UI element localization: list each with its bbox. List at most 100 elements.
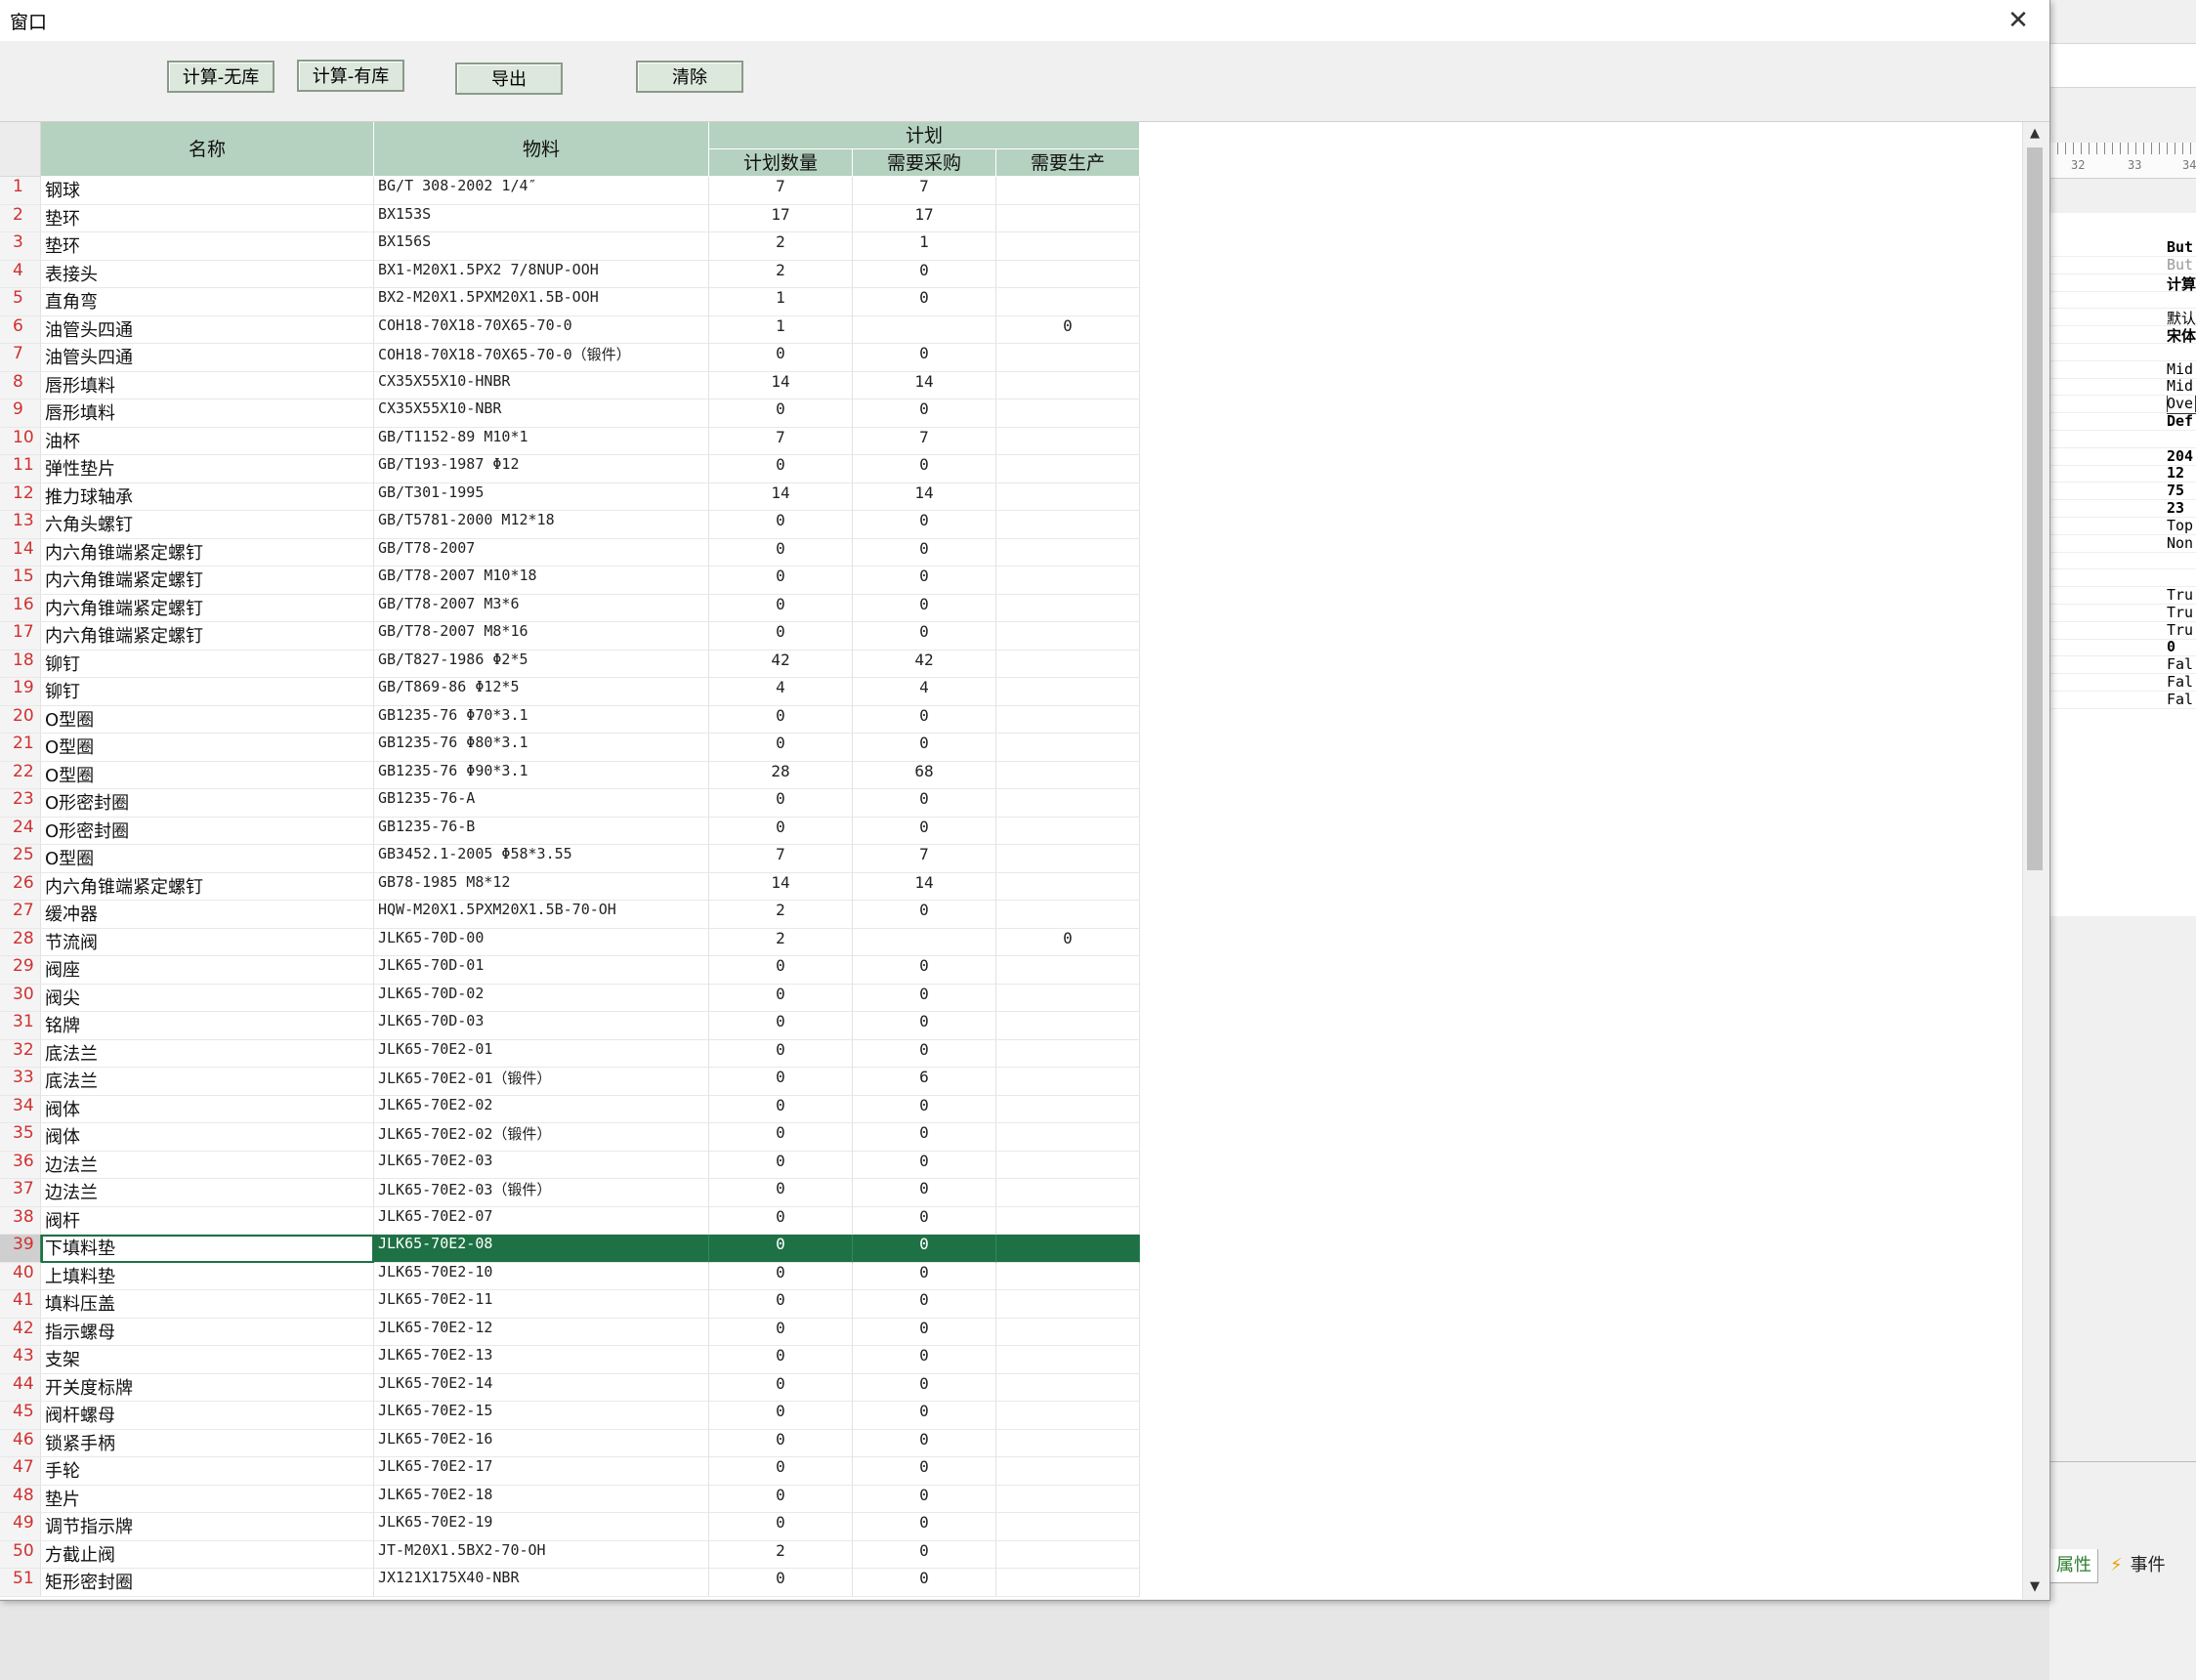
cell-need-produce[interactable] — [996, 1569, 1140, 1597]
scroll-up-icon[interactable]: ▲ — [2023, 122, 2047, 146]
cell-plan-qty[interactable]: 0 — [709, 399, 853, 428]
row-number[interactable]: 47 — [0, 1457, 41, 1486]
cell-material[interactable]: JX121X175X40-NBR — [374, 1569, 709, 1597]
cell-need-purchase[interactable]: 7 — [853, 427, 996, 455]
cell-need-produce[interactable] — [996, 845, 1140, 873]
cell-need-produce[interactable] — [996, 1457, 1140, 1486]
cell-plan-qty[interactable]: 0 — [709, 1235, 853, 1263]
cell-plan-qty[interactable]: 0 — [709, 1012, 853, 1040]
cell-material[interactable]: JLK65-70E2-02 — [374, 1095, 709, 1123]
property-value[interactable]: 计算 — [2167, 273, 2196, 294]
cell-plan-qty[interactable]: 1 — [709, 288, 853, 316]
cell-material[interactable]: JLK65-70E2-19 — [374, 1513, 709, 1541]
cell-material[interactable]: JLK65-70D-02 — [374, 984, 709, 1012]
cell-name[interactable]: 内六角锥端紧定螺钉 — [41, 594, 374, 622]
cell-need-purchase[interactable]: 0 — [853, 1095, 996, 1123]
cell-material[interactable]: JLK65-70E2-15 — [374, 1402, 709, 1430]
cell-material[interactable]: JLK65-70E2-14 — [374, 1373, 709, 1402]
cell-need-purchase[interactable]: 7 — [853, 845, 996, 873]
tab-properties[interactable]: 属性 — [2049, 1549, 2098, 1583]
cell-plan-qty[interactable]: 0 — [709, 1068, 853, 1096]
cell-need-purchase[interactable]: 0 — [853, 1290, 996, 1319]
cell-need-purchase[interactable]: 0 — [853, 1318, 996, 1346]
cell-need-purchase[interactable]: 0 — [853, 288, 996, 316]
header-plan-qty[interactable]: 计划数量 — [709, 149, 853, 177]
row-number[interactable]: 38 — [0, 1206, 41, 1235]
cell-need-produce[interactable] — [996, 1346, 1140, 1374]
cell-material[interactable]: JLK65-70E2-07 — [374, 1206, 709, 1235]
cell-plan-qty[interactable]: 0 — [709, 956, 853, 985]
cell-name[interactable]: 边法兰 — [41, 1179, 374, 1207]
cell-plan-qty[interactable]: 4 — [709, 678, 853, 706]
cell-material[interactable]: COH18-70X18-70X65-70-0 — [374, 315, 709, 344]
header-material[interactable]: 物料 — [374, 122, 709, 177]
row-number[interactable]: 11 — [0, 455, 41, 483]
cell-name[interactable]: 支架 — [41, 1346, 374, 1374]
cell-need-produce[interactable] — [996, 872, 1140, 901]
cell-material[interactable]: JLK65-70E2-11 — [374, 1290, 709, 1319]
cell-need-purchase[interactable]: 0 — [853, 622, 996, 651]
property-value[interactable]: Tru — [2167, 621, 2193, 639]
cell-need-purchase[interactable]: 0 — [853, 344, 996, 372]
cell-need-purchase[interactable]: 0 — [853, 734, 996, 762]
cell-need-purchase[interactable]: 0 — [853, 260, 996, 288]
cell-material[interactable]: JLK65-70E2-02（锻件） — [374, 1123, 709, 1152]
cell-plan-qty[interactable]: 0 — [709, 734, 853, 762]
row-number[interactable]: 26 — [0, 872, 41, 901]
property-value[interactable]: Fal — [2167, 655, 2193, 673]
cell-need-produce[interactable] — [996, 567, 1140, 595]
row-number[interactable]: 20 — [0, 705, 41, 734]
cell-need-produce[interactable] — [996, 817, 1140, 845]
cell-need-purchase[interactable]: 0 — [853, 1485, 996, 1513]
cell-need-purchase[interactable]: 0 — [853, 705, 996, 734]
row-number[interactable]: 9 — [0, 399, 41, 428]
cell-need-purchase[interactable]: 0 — [853, 399, 996, 428]
cell-need-purchase[interactable]: 0 — [853, 455, 996, 483]
cell-plan-qty[interactable]: 2 — [709, 901, 853, 929]
cell-material[interactable]: GB/T1152-89 M10*1 — [374, 427, 709, 455]
cell-plan-qty[interactable]: 0 — [709, 705, 853, 734]
cell-material[interactable]: BX1-M20X1.5PX2 7/8NUP-OOH — [374, 260, 709, 288]
cell-plan-qty[interactable]: 0 — [709, 1123, 853, 1152]
cell-name[interactable]: 阀体 — [41, 1123, 374, 1152]
cell-need-purchase[interactable]: 0 — [853, 1569, 996, 1597]
property-value[interactable]: 75 — [2167, 482, 2184, 499]
cell-name[interactable]: O形密封圈 — [41, 789, 374, 818]
cell-name[interactable]: 手轮 — [41, 1457, 374, 1486]
cell-plan-qty[interactable]: 2 — [709, 232, 853, 261]
row-number[interactable]: 32 — [0, 1039, 41, 1068]
cell-name[interactable]: 内六角锥端紧定螺钉 — [41, 567, 374, 595]
cell-plan-qty[interactable]: 0 — [709, 344, 853, 372]
property-value[interactable]: Fal — [2167, 673, 2193, 691]
cell-material[interactable]: JLK65-70D-01 — [374, 956, 709, 985]
cell-need-purchase[interactable]: 0 — [853, 594, 996, 622]
cell-name[interactable]: 上填料垫 — [41, 1262, 374, 1290]
cell-material[interactable]: COH18-70X18-70X65-70-0（锻件） — [374, 344, 709, 372]
cell-plan-qty[interactable]: 28 — [709, 761, 853, 789]
cell-name[interactable]: 弹性垫片 — [41, 455, 374, 483]
row-number[interactable]: 17 — [0, 622, 41, 651]
cell-need-produce[interactable]: 0 — [996, 315, 1140, 344]
cell-name[interactable]: 垫环 — [41, 204, 374, 232]
cell-name[interactable]: O型圈 — [41, 705, 374, 734]
cell-need-produce[interactable] — [996, 344, 1140, 372]
cell-name[interactable]: 阀尖 — [41, 984, 374, 1012]
cell-material[interactable]: GB3452.1-2005 Φ58*3.55 — [374, 845, 709, 873]
cell-material[interactable]: JLK65-70D-03 — [374, 1012, 709, 1040]
cell-name[interactable]: 直角弯 — [41, 288, 374, 316]
header-need-produce[interactable]: 需要生产 — [996, 149, 1140, 177]
cell-material[interactable]: GB/T78-2007 M3*6 — [374, 594, 709, 622]
cell-need-produce[interactable] — [996, 371, 1140, 399]
cell-material[interactable]: GB/T78-2007 M10*18 — [374, 567, 709, 595]
cell-need-produce[interactable] — [996, 1123, 1140, 1152]
cell-need-purchase[interactable]: 0 — [853, 789, 996, 818]
property-value[interactable]: Fal — [2167, 691, 2193, 708]
cell-need-purchase[interactable]: 0 — [853, 1540, 996, 1569]
cell-need-purchase[interactable]: 0 — [853, 1123, 996, 1152]
cell-plan-qty[interactable]: 0 — [709, 1402, 853, 1430]
cell-need-produce[interactable] — [996, 1235, 1140, 1263]
cell-name[interactable]: 底法兰 — [41, 1039, 374, 1068]
property-value[interactable]: But — [2167, 238, 2193, 256]
row-number[interactable]: 14 — [0, 538, 41, 567]
cell-name[interactable]: 矩形密封圈 — [41, 1569, 374, 1597]
